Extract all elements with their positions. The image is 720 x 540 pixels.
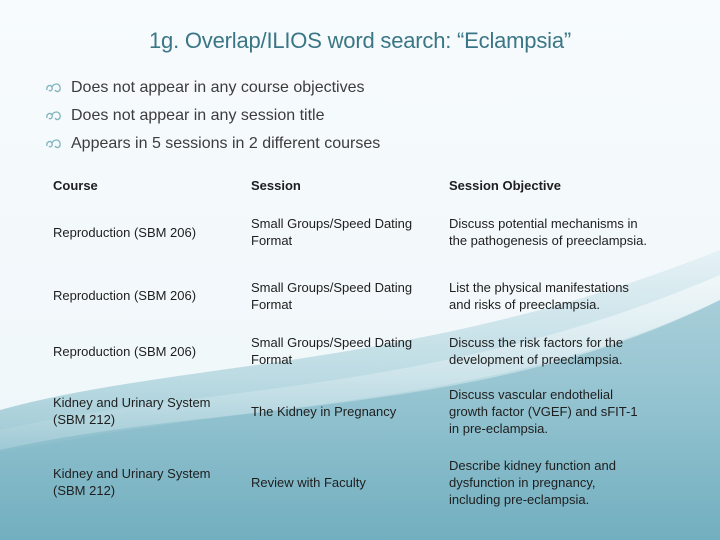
cell-course: Kidney and Urinary System (SBM 212) — [53, 395, 211, 427]
bullet-item: Does not appear in any course objectives — [44, 74, 380, 102]
table-row: Kidney and Urinary System (SBM 212) The … — [46, 375, 649, 447]
cell-course: Kidney and Urinary System (SBM 212) — [53, 466, 211, 498]
table-row: Reproduction (SBM 206) Small Groups/Spee… — [46, 327, 649, 375]
table-row: Reproduction (SBM 206) Small Groups/Spee… — [46, 264, 649, 327]
table-row: Reproduction (SBM 206) Small Groups/Spee… — [46, 200, 649, 264]
curly-bullet-icon — [44, 82, 64, 94]
bullet-text: Does not appear in any session title — [71, 107, 325, 124]
table-row: Kidney and Urinary System (SBM 212) Revi… — [46, 447, 649, 517]
cell-objective: Discuss the risk factors for the develop… — [449, 335, 624, 367]
cell-course: Reproduction (SBM 206) — [53, 224, 197, 240]
header-course: Course — [53, 177, 98, 193]
curly-bullet-icon — [44, 138, 64, 150]
cell-course: Reproduction (SBM 206) — [53, 343, 197, 359]
cell-session: Small Groups/Speed Dating Format — [251, 335, 413, 367]
bullet-list: Does not appear in any course objectives… — [44, 74, 380, 158]
cell-objective: Discuss potential mechanisms in the path… — [449, 216, 648, 248]
cell-session: Small Groups/Speed Dating Format — [251, 216, 413, 248]
slide-title: 1g. Overlap/ILIOS word search: “Eclampsi… — [149, 28, 571, 53]
header-session: Session — [251, 177, 301, 193]
curly-bullet-icon — [44, 110, 64, 122]
header-session-objective: Session Objective — [449, 177, 561, 193]
cell-course: Reproduction (SBM 206) — [53, 288, 197, 303]
bullet-item: Does not appear in any session title — [44, 102, 380, 130]
cell-objective: List the physical manifestations and ris… — [449, 279, 629, 312]
cell-session: Small Groups/Speed Dating Format — [251, 279, 413, 312]
slide: 1g. Overlap/ILIOS word search: “Eclampsi… — [0, 0, 720, 540]
sessions-table: Course Session Session Objective Reprodu… — [46, 170, 649, 517]
cell-objective: Describe kidney function and dysfunction… — [449, 457, 616, 507]
bullet-text: Does not appear in any course objectives — [71, 79, 365, 96]
cell-session: The Kidney in Pregnancy — [251, 403, 397, 419]
bullet-text: Appears in 5 sessions in 2 different cou… — [71, 135, 381, 152]
table-header-row: Course Session Session Objective — [46, 170, 649, 200]
cell-session: Review with Faculty — [251, 474, 366, 490]
cell-objective: Discuss vascular endothelial growth fact… — [449, 386, 638, 436]
bullet-item: Appears in 5 sessions in 2 different cou… — [44, 130, 380, 158]
